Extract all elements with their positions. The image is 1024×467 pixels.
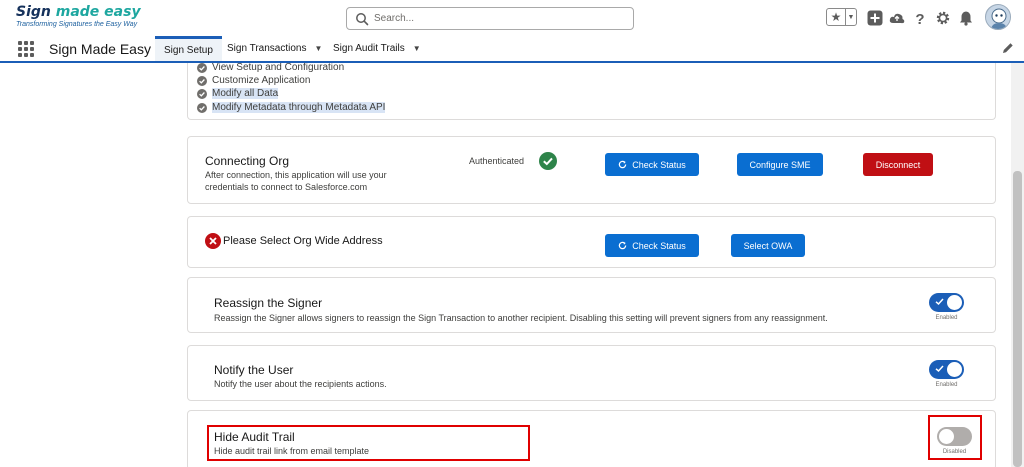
app-launcher-icon[interactable]	[18, 41, 34, 57]
check-circle-icon	[197, 88, 207, 99]
tab-sign-setup[interactable]: Sign Setup	[155, 36, 222, 61]
setting-title: Reassign the Signer	[214, 296, 323, 310]
global-search-input[interactable]: Search...	[346, 7, 634, 30]
app-name: Sign Made Easy	[49, 41, 151, 57]
search-icon	[356, 13, 369, 26]
check-circle-icon	[197, 75, 207, 86]
avatar-astro-icon	[986, 5, 1010, 29]
gear-icon[interactable]	[935, 10, 951, 26]
permission-label: Modify all Data	[212, 88, 279, 99]
favorites-menu-button[interactable]: ▼	[846, 9, 856, 25]
permission-label: Customize Application	[212, 75, 311, 86]
setting-title: Hide Audit Trail	[214, 430, 295, 444]
configure-sme-button[interactable]: Configure SME	[737, 153, 823, 176]
tab-sign-audit-trails[interactable]: Sign Audit Trails ▼	[333, 36, 421, 61]
button-label: Disconnect	[875, 159, 921, 170]
connecting-org-description: After connection, this application will …	[205, 170, 387, 192]
tab-sign-transactions[interactable]: Sign Transactions ▼	[227, 36, 322, 61]
check-status-owa-button[interactable]: Check Status	[605, 234, 699, 257]
org-wide-address-message: Please Select Org Wide Address	[223, 235, 383, 247]
chevron-down-icon[interactable]: ▼	[413, 44, 421, 53]
user-avatar[interactable]	[985, 4, 1011, 30]
help-icon[interactable]: ?	[912, 10, 928, 26]
brand-logo[interactable]: Sign made easy Transforming Signatures t…	[16, 4, 141, 29]
checkmark-icon	[935, 298, 944, 306]
error-x-icon	[205, 233, 221, 249]
permission-label: Modify Metadata through Metadata API	[212, 102, 386, 113]
setting-description: Hide audit trail link from email templat…	[214, 446, 370, 456]
check-circle-icon	[197, 102, 207, 113]
brand-name-part1: Sign	[16, 4, 56, 20]
refresh-icon	[618, 160, 627, 169]
auth-status-label: Authenticated	[469, 156, 525, 166]
brand-tagline: Transforming Signatures the Easy Way	[16, 21, 138, 28]
bell-icon[interactable]	[958, 10, 974, 26]
permission-label: View Setup and Configuration	[212, 63, 345, 73]
main-content[interactable]: View Setup and Configuration Customize A…	[0, 63, 1024, 467]
select-owa-button[interactable]: Select OWA	[731, 234, 805, 257]
chevron-down-icon[interactable]: ▼	[315, 44, 323, 53]
tab-label: Sign Audit Trails	[333, 43, 405, 54]
permission-item: View Setup and Configuration	[197, 63, 344, 73]
setting-description: Reassign the Signer allows signers to re…	[214, 313, 828, 323]
button-label: Check Status	[632, 240, 686, 251]
tab-label: Sign Transactions	[227, 43, 307, 54]
plus-icon[interactable]	[867, 10, 883, 26]
disconnect-button[interactable]: Disconnect	[863, 153, 933, 176]
tab-label: Sign Setup	[164, 44, 213, 56]
global-header: Sign made easy Transforming Signatures t…	[0, 0, 1024, 36]
svg-text:?: ?	[915, 11, 924, 26]
permission-item: Customize Application	[197, 75, 310, 86]
checkmark-icon	[935, 365, 944, 373]
toggle-knob	[947, 362, 962, 377]
reassign-signer-toggle[interactable]	[929, 293, 964, 312]
cloud-icon[interactable]	[889, 10, 905, 26]
setting-title: Notify the User	[214, 363, 294, 377]
toggle-knob	[947, 295, 962, 310]
notify-user-toggle[interactable]	[929, 360, 964, 379]
setting-card-notify-user	[187, 345, 996, 401]
scrollbar-thumb[interactable]	[1013, 171, 1022, 467]
toggle-state-label: Enabled	[935, 382, 958, 388]
hide-audit-trail-toggle[interactable]	[937, 427, 972, 446]
vertical-scrollbar[interactable]	[1011, 63, 1024, 467]
permission-item: Modify all Data	[197, 88, 279, 99]
setting-description: Notify the user about the recipients act…	[214, 379, 387, 389]
star-icon: ★	[830, 10, 842, 24]
connecting-org-title: Connecting Org	[205, 154, 290, 168]
toggle-state-label: Enabled	[935, 315, 958, 321]
chevron-down-icon: ▼	[847, 13, 855, 21]
check-circle-icon	[197, 63, 207, 73]
button-label: Check Status	[632, 159, 686, 170]
favorites-star-button[interactable]: ★	[827, 9, 846, 25]
toggle-knob	[939, 429, 954, 444]
button-label: Select OWA	[743, 240, 793, 251]
button-label: Configure SME	[749, 159, 811, 170]
brand-name-part2: made easy	[55, 4, 141, 20]
edit-nav-pencil-icon[interactable]	[1002, 42, 1014, 54]
refresh-icon	[618, 241, 627, 250]
success-check-icon	[539, 152, 557, 170]
app-nav-bar: Sign Made Easy Sign Setup Sign Transacti…	[0, 36, 1024, 63]
search-placeholder: Search...	[374, 13, 415, 24]
toggle-state-label: Disabled	[942, 449, 967, 455]
brand-name: Sign made easy	[16, 4, 141, 20]
permission-item: Modify Metadata through Metadata API	[197, 102, 386, 113]
check-status-button[interactable]: Check Status	[605, 153, 699, 176]
favorites-button-group: ★ ▼	[826, 8, 857, 26]
